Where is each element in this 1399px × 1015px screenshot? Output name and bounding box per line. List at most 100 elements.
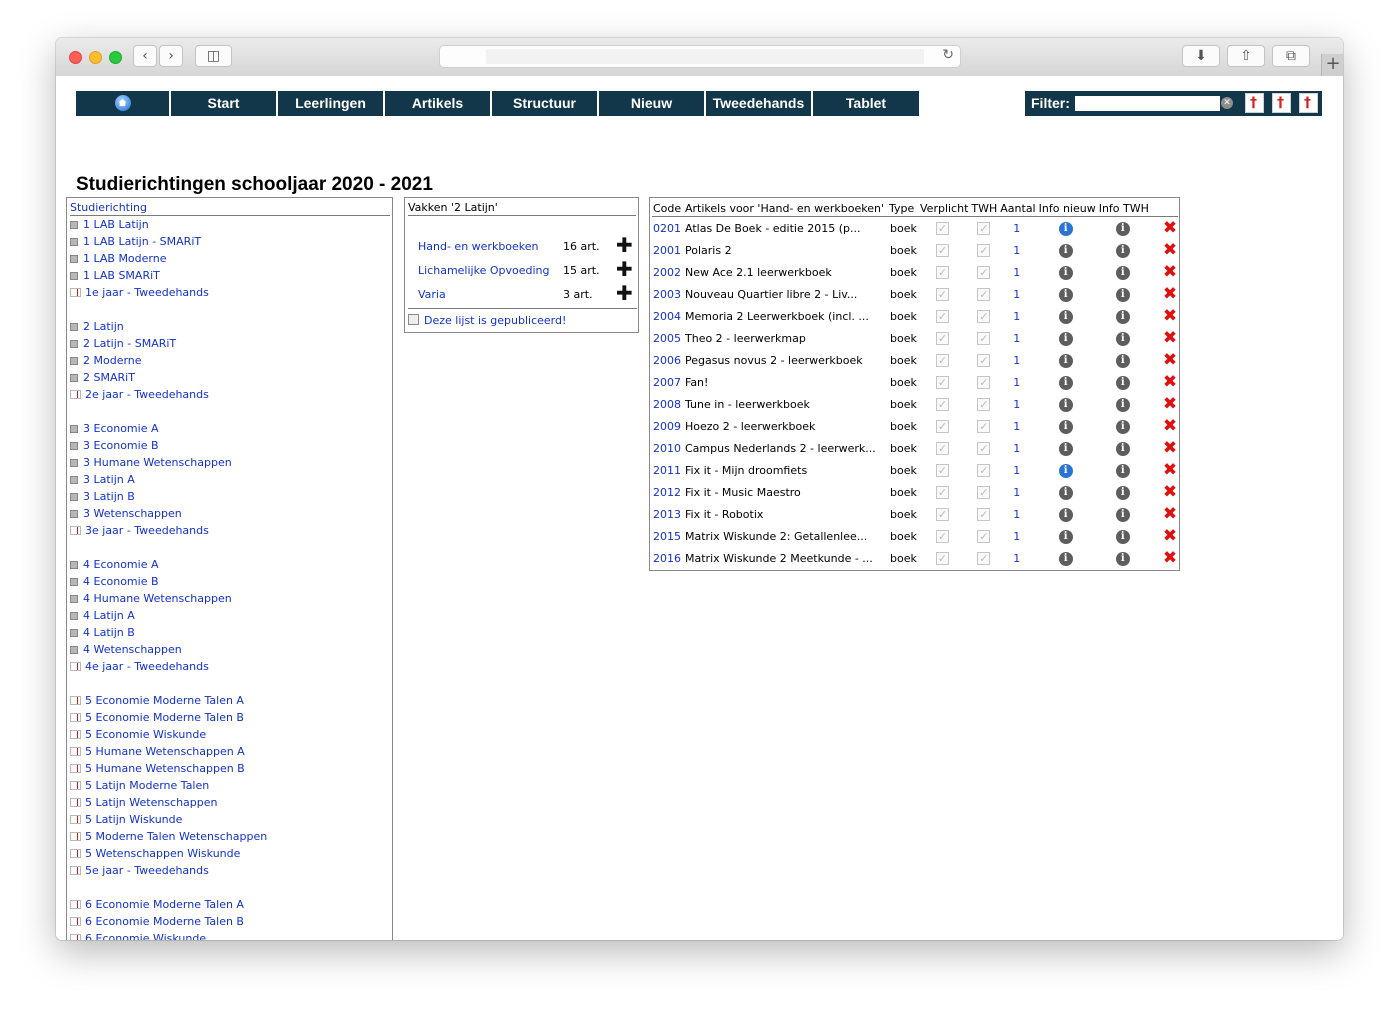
studierichting-link[interactable]: 3 Economie B [83,439,159,452]
twh-checkbox[interactable]: ✓ [977,243,991,257]
nav-nieuw[interactable]: Nieuw [599,91,706,116]
delete-icon[interactable]: ✖ [1152,460,1177,480]
aantal-link[interactable]: 1 [1000,508,1020,521]
aantal-link[interactable]: 1 [1000,244,1020,257]
verplicht-checkbox[interactable]: ✓ [936,419,949,433]
aantal-link[interactable]: 1 [1000,332,1020,345]
filter-input[interactable] [1075,96,1220,111]
article-code-link[interactable]: 2009 [652,415,684,437]
nav-tablet[interactable]: Tablet [813,91,919,116]
delete-icon[interactable]: ✖ [1152,262,1177,282]
article-code-link[interactable]: 2006 [652,349,684,371]
verplicht-checkbox[interactable]: ✓ [936,353,949,367]
article-code-link[interactable]: 2008 [652,393,684,415]
verplicht-checkbox[interactable]: ✓ [936,529,949,543]
published-link[interactable]: Deze lijst is gepubliceerd! [424,314,566,327]
tabs-overview-button[interactable]: ⧉ [1272,45,1310,67]
twh-checkbox[interactable]: ✓ [977,353,991,367]
verplicht-checkbox[interactable]: ✓ [936,243,949,257]
info-icon[interactable]: i [1058,353,1073,368]
studierichting-link[interactable]: 1e jaar - Tweedehands [85,286,209,299]
info-icon[interactable]: i [1058,221,1073,236]
twh-checkbox[interactable]: ✓ [977,507,991,521]
studierichting-link[interactable]: 5 Wetenschappen Wiskunde [85,847,240,860]
sidebar-toggle-button[interactable]: ◫ [195,45,232,67]
aantal-link[interactable]: 1 [1000,464,1020,477]
studierichting-sort-link[interactable]: Studierichting [70,201,147,214]
vak-link[interactable]: Hand- en werkboeken [418,240,539,253]
pdf-export-icon[interactable] [1299,93,1318,113]
vak-link[interactable]: Varia [418,288,446,301]
studierichting-link[interactable]: 5e jaar - Tweedehands [85,864,209,877]
delete-icon[interactable]: ✖ [1152,284,1177,304]
back-button[interactable]: ‹ [133,45,157,67]
verplicht-checkbox[interactable]: ✓ [936,309,949,323]
minimize-window-button[interactable] [89,51,102,64]
studierichting-link[interactable]: 4 Economie A [83,558,159,571]
twh-checkbox[interactable]: ✓ [977,441,991,455]
verplicht-checkbox[interactable]: ✓ [936,551,949,565]
info-icon[interactable]: i [1115,243,1130,258]
twh-checkbox[interactable]: ✓ [977,287,991,301]
aantal-link[interactable]: 1 [1000,552,1020,565]
article-code-link[interactable]: 2002 [652,261,684,283]
aantal-link[interactable]: 1 [1000,266,1020,279]
studierichting-link[interactable]: 3 Humane Wetenschappen [83,456,232,469]
delete-icon[interactable]: ✖ [1152,548,1177,568]
clear-filter-icon[interactable]: ✕ [1221,97,1233,109]
verplicht-checkbox[interactable]: ✓ [936,221,949,235]
studierichting-link[interactable]: 4 Latijn A [83,609,135,622]
studierichting-link[interactable]: 4 Humane Wetenschappen [83,592,232,605]
article-code-link[interactable]: 2013 [652,503,684,525]
info-icon[interactable]: i [1058,243,1073,258]
aantal-link[interactable]: 1 [1000,420,1020,433]
twh-checkbox[interactable]: ✓ [977,309,991,323]
aantal-link[interactable]: 1 [1000,222,1020,235]
article-code-link[interactable]: 2016 [652,547,684,569]
delete-icon[interactable]: ✖ [1152,482,1177,502]
nav-start[interactable]: Start [171,91,278,116]
zoom-window-button[interactable] [109,51,122,64]
studierichting-link[interactable]: 3 Wetenschappen [83,507,182,520]
aantal-link[interactable]: 1 [1000,398,1020,411]
delete-icon[interactable]: ✖ [1152,218,1177,238]
studierichting-link[interactable]: 4 Economie B [83,575,159,588]
verplicht-checkbox[interactable]: ✓ [936,375,949,389]
studierichting-link[interactable]: 6 Economie Moderne Talen A [85,898,244,911]
new-tab-button[interactable]: + [1321,54,1343,76]
aantal-link[interactable]: 1 [1000,442,1020,455]
info-icon[interactable]: i [1115,507,1130,522]
pdf-export-icon[interactable] [1245,93,1264,113]
article-code-link[interactable]: 2007 [652,371,684,393]
share-button[interactable]: ⇧ [1227,45,1265,67]
add-icon[interactable]: ✚ [616,235,633,255]
pdf-export-icon[interactable] [1272,93,1291,113]
aantal-link[interactable]: 1 [1000,486,1020,499]
aantal-link[interactable]: 1 [1000,288,1020,301]
info-icon[interactable]: i [1058,265,1073,280]
info-icon[interactable]: i [1058,287,1073,302]
aantal-link[interactable]: 1 [1000,530,1020,543]
studierichting-link[interactable]: 5 Latijn Moderne Talen [85,779,209,792]
delete-icon[interactable]: ✖ [1152,306,1177,326]
studierichting-link[interactable]: 6 Economie Moderne Talen B [85,915,244,928]
vak-link[interactable]: Lichamelijke Opvoeding [418,264,549,277]
studierichting-link[interactable]: 6 Economie Wiskunde [85,932,206,940]
studierichting-link[interactable]: 3 Economie A [83,422,159,435]
studierichting-link[interactable]: 5 Latijn Wetenschappen [85,796,218,809]
verplicht-checkbox[interactable]: ✓ [936,265,949,279]
article-code-link[interactable]: 2015 [652,525,684,547]
info-icon[interactable]: i [1115,375,1130,390]
verplicht-checkbox[interactable]: ✓ [936,331,949,345]
info-icon[interactable]: i [1058,309,1073,324]
info-icon[interactable]: i [1058,397,1073,412]
twh-checkbox[interactable]: ✓ [977,529,991,543]
twh-checkbox[interactable]: ✓ [977,551,991,565]
info-icon[interactable]: i [1115,309,1130,324]
verplicht-checkbox[interactable]: ✓ [936,463,949,477]
studierichting-link[interactable]: 2e jaar - Tweedehands [85,388,209,401]
reload-icon[interactable]: ↻ [942,47,954,63]
studierichting-link[interactable]: 5 Moderne Talen Wetenschappen [85,830,267,843]
article-code-link[interactable]: 2010 [652,437,684,459]
studierichting-link[interactable]: 3e jaar - Tweedehands [85,524,209,537]
